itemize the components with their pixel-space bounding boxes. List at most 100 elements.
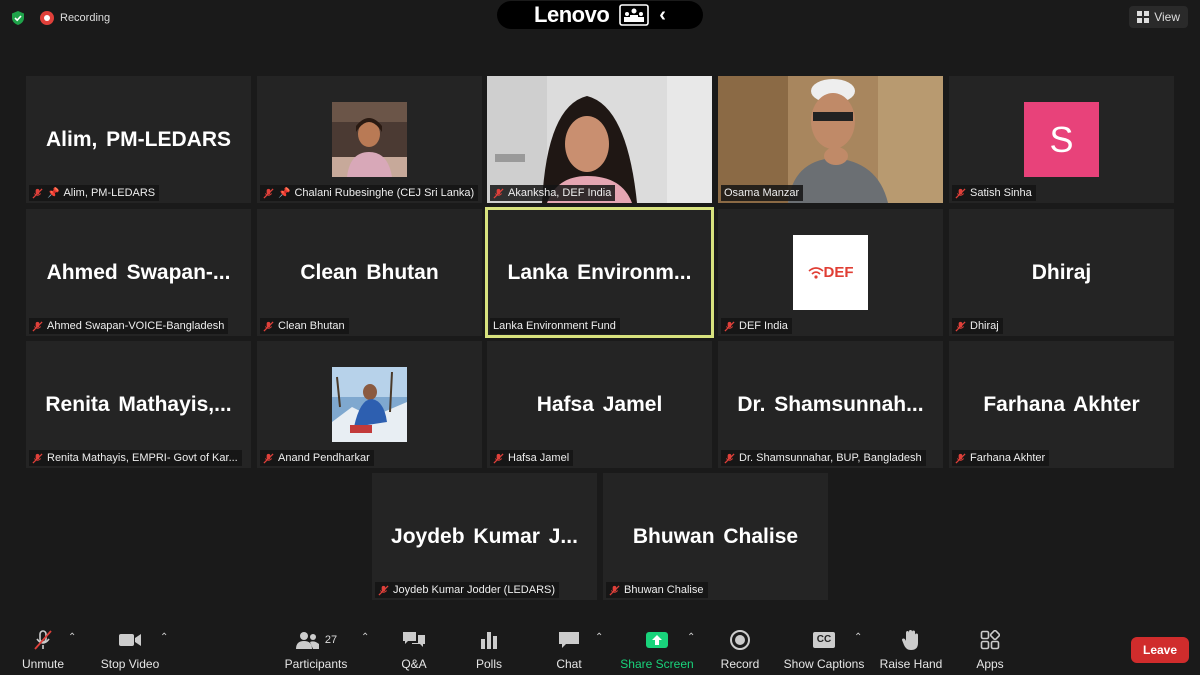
participant-name: Bhuwan Chalise: [624, 584, 704, 596]
recording-label: Recording: [60, 12, 111, 24]
participant-name: Farhana Akhter: [970, 452, 1046, 464]
participant-nametag: Joydeb Kumar Jodder (LEDARS): [375, 582, 560, 598]
participants-button[interactable]: 27 Participants: [282, 622, 350, 675]
participant-display-name: Dr. Shamsunnah...: [737, 392, 924, 416]
share-screen-label: Share Screen: [620, 657, 694, 671]
participant-nametag: Dr. Shamsunnahar, BUP, Bangladesh: [721, 450, 926, 466]
raise-hand-icon: [902, 630, 918, 650]
active-speaker-tile[interactable]: Lanka Environm... Lanka Environment Fund: [485, 207, 714, 338]
closed-captions-icon: CC: [813, 632, 835, 648]
record-icon: [730, 630, 750, 650]
video-options-chevron-icon[interactable]: ⌃: [160, 632, 168, 643]
collapse-chevron-icon[interactable]: ‹: [659, 4, 666, 27]
participant-nametag: Satish Sinha: [952, 185, 1036, 201]
presenter-icon[interactable]: [619, 4, 650, 26]
apps-button[interactable]: Apps: [970, 622, 1010, 675]
participant-nametag: Farhana Akhter: [952, 450, 1050, 466]
participant-nametag: Anand Pendharkar: [260, 450, 374, 466]
participant-name: Ahmed Swapan-VOICE-Bangladesh: [47, 320, 225, 332]
chat-button[interactable]: Chat: [550, 622, 588, 675]
raise-hand-label: Raise Hand: [879, 657, 943, 671]
participant-nametag: DEF India: [721, 318, 792, 334]
unmute-button[interactable]: Unmute: [14, 622, 72, 675]
qa-icon: [403, 632, 425, 647]
participant-tile[interactable]: Clean Bhutan Clean Bhutan: [257, 209, 482, 336]
stop-video-label: Stop Video: [100, 657, 160, 671]
mic-muted-icon: [609, 584, 620, 596]
unmute-label: Unmute: [21, 657, 65, 671]
participant-nametag: Renita Mathayis, EMPRI- Govt of Kar...: [29, 450, 242, 466]
participant-display-name: Renita Mathayis,...: [45, 392, 232, 416]
participant-tile[interactable]: Osama Manzar: [718, 76, 943, 203]
pin-icon: 📌: [47, 187, 60, 199]
participants-label: Participants: [284, 657, 348, 671]
polls-button[interactable]: Polls: [470, 622, 508, 675]
participant-tile[interactable]: Hafsa Jamel Hafsa Jamel: [487, 341, 712, 468]
polls-icon: [481, 632, 497, 649]
share-options-chevron-icon[interactable]: ⌃: [687, 632, 695, 643]
participant-tile[interactable]: Ahmed Swapan-... Ahmed Swapan-VOICE-Bang…: [26, 209, 251, 336]
participant-name: Lanka Environment Fund: [493, 320, 616, 332]
video-camera-icon: [119, 634, 141, 646]
audio-options-chevron-icon[interactable]: ⌃: [68, 632, 76, 643]
mic-muted-icon: [724, 320, 735, 332]
lenovo-overlay-bar[interactable]: Lenovo ‹: [497, 1, 703, 29]
participant-video: [487, 76, 712, 203]
show-captions-label: Show Captions: [783, 657, 865, 671]
participant-display-name: Farhana Akhter: [983, 392, 1140, 416]
participant-tile[interactable]: Renita Mathayis,... Renita Mathayis, EMP…: [26, 341, 251, 468]
participant-name: Akanksha, DEF India: [508, 187, 612, 199]
leave-button[interactable]: Leave: [1131, 637, 1189, 663]
meeting-toolbar: Unmute ⌃ Stop Video ⌃ 27 Participants ⌃ …: [0, 622, 1200, 675]
participant-photo: [332, 102, 407, 177]
security-shield-icon[interactable]: [10, 10, 26, 26]
participant-display-name: Dhiraj: [1031, 260, 1092, 284]
participant-name: Osama Manzar: [724, 187, 800, 199]
chat-label: Chat: [556, 657, 582, 671]
def-logo: DEF: [793, 235, 868, 310]
participants-icon: [295, 632, 319, 649]
stop-video-button[interactable]: Stop Video: [98, 622, 162, 675]
grid-view-icon: [1137, 11, 1150, 23]
view-label: View: [1154, 10, 1180, 24]
share-screen-icon: [646, 632, 668, 648]
participant-tile[interactable]: Farhana Akhter Farhana Akhter: [949, 341, 1174, 468]
mic-muted-icon: [493, 187, 504, 199]
recording-indicator[interactable]: Recording: [40, 11, 110, 25]
participant-nametag: Osama Manzar: [721, 185, 804, 201]
mic-muted-icon: [955, 187, 966, 199]
participant-tile[interactable]: S Satish Sinha: [949, 76, 1174, 203]
record-button[interactable]: Record: [718, 622, 762, 675]
view-button[interactable]: View: [1129, 6, 1188, 28]
participants-count: 27: [324, 634, 338, 646]
participant-photo: [332, 367, 407, 442]
participants-options-chevron-icon[interactable]: ⌃: [361, 632, 369, 643]
participant-tile[interactable]: Dhiraj Dhiraj: [949, 209, 1174, 336]
participant-tile[interactable]: Dr. Shamsunnah... Dr. Shamsunnahar, BUP,…: [718, 341, 943, 468]
participant-display-name: Ahmed Swapan-...: [46, 260, 231, 284]
participant-name: Anand Pendharkar: [278, 452, 370, 464]
participant-tile[interactable]: Akanksha, DEF India: [487, 76, 712, 203]
raise-hand-button[interactable]: Raise Hand: [880, 622, 942, 675]
participant-display-name: Alim, PM-LEDARS: [45, 127, 231, 151]
chat-options-chevron-icon[interactable]: ⌃: [595, 632, 603, 643]
participant-tile[interactable]: Joydeb Kumar J... Joydeb Kumar Jodder (L…: [372, 473, 597, 600]
participant-name: Renita Mathayis, EMPRI- Govt of Kar...: [47, 452, 238, 464]
participant-tile[interactable]: DEF DEF India: [718, 209, 943, 336]
wifi-icon: [807, 266, 824, 279]
mic-muted-icon: [955, 452, 966, 464]
participant-tile[interactable]: Bhuwan Chalise Bhuwan Chalise: [603, 473, 828, 600]
participant-tile[interactable]: 📌 Chalani Rubesinghe (CEJ Sri Lanka): [257, 76, 482, 203]
qa-button[interactable]: Q&A: [394, 622, 434, 675]
show-captions-button[interactable]: CC Show Captions: [784, 622, 864, 675]
share-screen-button[interactable]: Share Screen: [620, 622, 694, 675]
participant-nametag: Clean Bhutan: [260, 318, 349, 334]
participant-nametag: Bhuwan Chalise: [606, 582, 708, 598]
captions-options-chevron-icon[interactable]: ⌃: [854, 632, 862, 643]
participant-tile[interactable]: Anand Pendharkar: [257, 341, 482, 468]
participant-tile[interactable]: Alim, PM-LEDARS 📌 Alim, PM-LEDARS: [26, 76, 251, 203]
mic-muted-icon: [724, 452, 735, 464]
participant-name: Hafsa Jamel: [508, 452, 570, 464]
mic-muted-icon: [263, 452, 274, 464]
participant-name: Clean Bhutan: [278, 320, 345, 332]
